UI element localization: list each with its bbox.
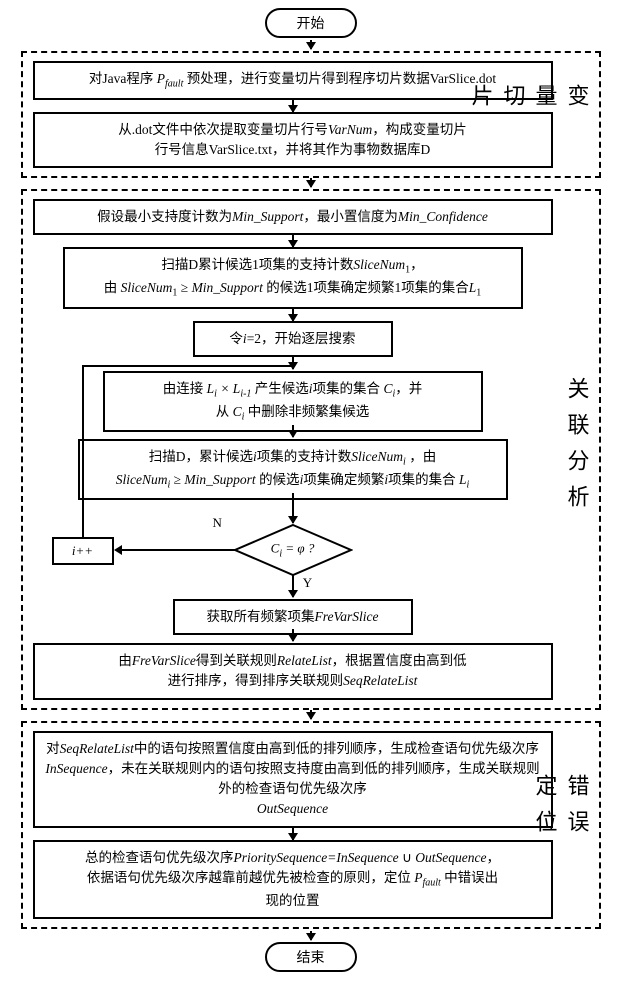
process-box: 由连接 Li × Li-1 产生候选i项集的集合 Ci，并从 Ci 中删除非频繁… [103, 371, 483, 432]
process-box: 总的检查语句优先级次序PrioritySequence=InSequence ∪… [33, 840, 553, 919]
arrow-icon [292, 575, 294, 597]
section-label: 变量切片 [465, 84, 593, 146]
start-terminal: 开始 [265, 8, 357, 38]
section-association-analysis: 关联分析 假设最小支持度计数为Min_Support，最小置信度为Min_Con… [21, 189, 601, 709]
box-text: 扫描D，累计候选i项集的支持计数SliceNumi ，由SliceNumi ≥ … [116, 449, 470, 487]
section-error-location: 错误定位 对SeqRelateList中的语句按照置信度由高到低的排列顺序，生成… [21, 721, 601, 929]
arrow-icon [310, 40, 312, 49]
section-label: 关联分析 [561, 377, 593, 521]
increment-box: i++ [52, 537, 114, 565]
section-variable-slice: 变量切片 对Java程序 Pfault 预处理，进行变量切片得到程序切片数据Va… [21, 51, 601, 178]
decision-text: Ci = φ ? [271, 541, 315, 560]
arrow-icon [310, 178, 312, 187]
process-box: 扫描D累计候选1项集的支持计数SliceNum1，由 SliceNum1 ≥ M… [63, 247, 523, 308]
loop-region: 由连接 Li × Li-1 产生候选i项集的集合 Ci，并从 Ci 中删除非频繁… [38, 357, 548, 647]
box-text: 令i=2，开始逐层搜索 [229, 331, 355, 346]
box-text: i++ [72, 543, 93, 558]
process-box: 对SeqRelateList中的语句按照置信度由高到低的排列顺序，生成检查语句优… [33, 731, 553, 828]
connector-line [82, 365, 84, 537]
arrow-icon [292, 235, 294, 247]
arrow-icon [292, 828, 294, 840]
connector-line [120, 549, 236, 551]
box-text: 对SeqRelateList中的语句按照置信度由高到低的排列顺序，生成检查语句优… [45, 741, 539, 817]
box-text: 总的检查语句优先级次序PrioritySequence=InSequence ∪… [85, 850, 500, 908]
arrow-icon [292, 357, 294, 369]
process-box: 扫描D，累计候选i项集的支持计数SliceNumi ，由SliceNumi ≥ … [78, 439, 508, 500]
section-label: 错误定位 [529, 774, 593, 876]
box-text: 由FreVarSlice得到关联规则RelateList，根据置信度由高到低进行… [118, 653, 466, 688]
y-label: Y [303, 575, 312, 591]
box-text: 获取所有频繁项集FreVarSlice [207, 609, 379, 624]
box-text: 对Java程序 Pfault 预处理，进行变量切片得到程序切片数据VarSlic… [89, 71, 496, 86]
process-box: 假设最小支持度计数为Min_Support，最小置信度为Min_Confiden… [33, 199, 553, 235]
decision-diamond: Ci = φ ? [233, 523, 353, 577]
arrow-icon [310, 931, 312, 940]
box-text: 由连接 Li × Li-1 产生候选i项集的集合 Ci，并从 Ci 中删除非频繁… [163, 381, 422, 419]
arrow-icon [292, 100, 294, 112]
box-text: 从.dot文件中依次提取变量切片行号VarNum，构成变量切片行号信息VarSl… [118, 122, 466, 157]
n-label: N [213, 515, 222, 531]
process-box: 令i=2，开始逐层搜索 [193, 321, 393, 357]
arrow-icon [310, 710, 312, 719]
flowchart: 开始 变量切片 对Java程序 Pfault 预处理，进行变量切片得到程序切片数… [8, 8, 613, 972]
arrow-icon [292, 309, 294, 321]
arrow-icon [292, 425, 294, 437]
end-terminal: 结束 [265, 942, 357, 972]
arrow-icon [292, 493, 294, 523]
box-text: 扫描D累计候选1项集的支持计数SliceNum1，由 SliceNum1 ≥ M… [104, 257, 481, 295]
connector-line [82, 365, 292, 367]
box-text: 假设最小支持度计数为Min_Support，最小置信度为Min_Confiden… [97, 209, 488, 224]
arrowhead-icon [114, 545, 122, 555]
process-box: 由FreVarSlice得到关联规则RelateList，根据置信度由高到低进行… [33, 643, 553, 700]
arrow-icon [292, 629, 294, 641]
